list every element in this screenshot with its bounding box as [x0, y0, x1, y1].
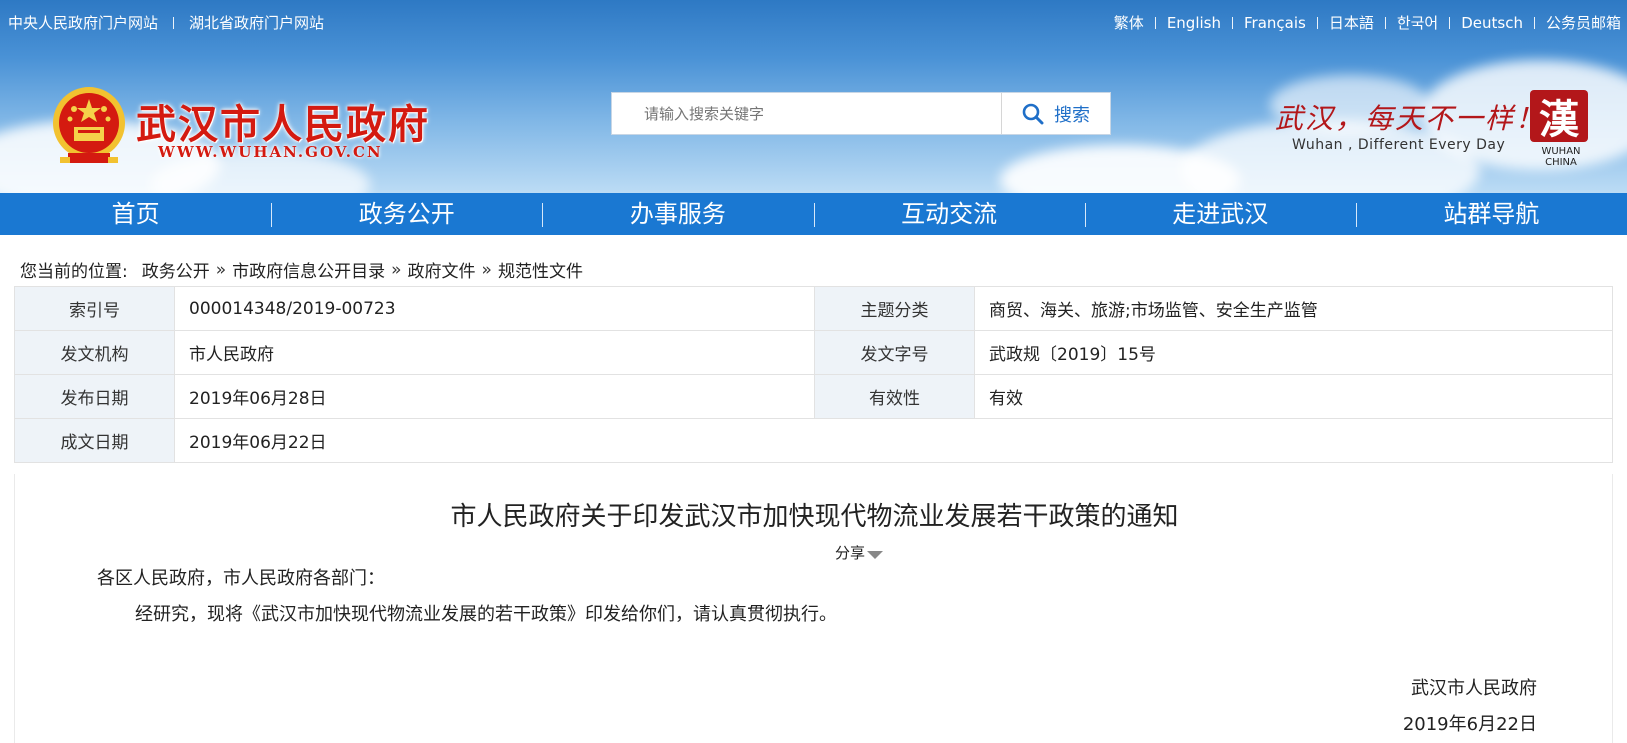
- meta-value: 市人民政府: [174, 330, 815, 375]
- document-meta-table: 索引号 000014348/2019-00723 主题分类 商贸、海关、旅游;市…: [14, 286, 1613, 463]
- document-paragraph: 经研究，现将《武汉市加快现代物流业发展的若干政策》印发给你们，请认真贯彻执行。: [135, 604, 837, 625]
- lang-korean[interactable]: 한국어: [1397, 12, 1438, 33]
- table-row: 索引号 000014348/2019-00723 主题分类 商贸、海关、旅游;市…: [14, 286, 1613, 331]
- language-links: 繁体 English Français 日本語 한국어 Deutsch 公务员邮…: [1114, 12, 1621, 33]
- search-button-label: 搜索: [1054, 104, 1090, 126]
- divider: [1449, 16, 1451, 29]
- divider: [1384, 16, 1386, 29]
- search-input[interactable]: [612, 93, 1001, 134]
- meta-value: 2019年06月28日: [174, 374, 815, 419]
- meta-label: 索引号: [14, 286, 175, 331]
- document-title: 市人民政府关于印发武汉市加快现代物流业发展若干政策的通知: [450, 502, 1179, 532]
- breadcrumb-prefix: 您当前的位置:: [20, 262, 128, 282]
- breadcrumb-item[interactable]: 市政府信息公开目录: [232, 257, 385, 282]
- site-url: WWW.WUHAN.GOV.CN: [158, 143, 383, 161]
- nav-item-about-wuhan[interactable]: 走进武汉: [1084, 193, 1356, 235]
- breadcrumb-separator: »: [481, 259, 492, 280]
- brand-sub-line: CHINA: [1545, 157, 1577, 168]
- meta-label: 主题分类: [814, 286, 975, 331]
- breadcrumb-item[interactable]: 规范性文件: [498, 257, 583, 282]
- table-row: 发文机构 市人民政府 发文字号 武政规〔2019〕15号: [14, 330, 1613, 375]
- search-icon: [1022, 103, 1044, 124]
- brand-sub-line: WUHAN: [1541, 146, 1581, 157]
- nav-item-interaction[interactable]: 互动交流: [813, 193, 1085, 235]
- link-hubei-gov[interactable]: 湖北省政府门户网站: [189, 12, 324, 33]
- divider: [1231, 16, 1233, 29]
- breadcrumb-separator: »: [391, 259, 402, 280]
- meta-value: 商贸、海关、旅游;市场监管、安全生产监管: [974, 286, 1613, 331]
- chevron-down-icon: [867, 550, 884, 559]
- divider: [1154, 16, 1156, 29]
- lang-traditional-chinese[interactable]: 繁体: [1114, 12, 1144, 33]
- meta-label: 成文日期: [14, 418, 175, 463]
- table-row: 成文日期 2019年06月22日: [14, 418, 1613, 463]
- main-nav: 首页 政务公开 办事服务 互动交流 走进武汉 站群导航: [0, 193, 1627, 235]
- wuhan-brand-logo: 漢: [1530, 90, 1588, 143]
- nav-item-site-group[interactable]: 站群导航: [1355, 193, 1627, 235]
- document-salutation: 各区人民政府，市人民政府各部门：: [97, 568, 385, 589]
- table-row: 发布日期 2019年06月28日 有效性 有效: [14, 374, 1613, 419]
- signature-date: 2019年6月22日: [1402, 714, 1537, 735]
- search-box: 搜索: [611, 92, 1111, 135]
- meta-label: 发文机构: [14, 330, 175, 375]
- top-links-left: 中央人民政府门户网站 湖北省政府门户网站: [8, 12, 324, 33]
- signature-org: 武汉市人民政府: [1411, 678, 1537, 699]
- lang-french[interactable]: Français: [1244, 14, 1306, 32]
- national-emblem-icon: [53, 87, 125, 163]
- meta-label: 发布日期: [14, 374, 175, 419]
- lang-german[interactable]: Deutsch: [1461, 14, 1523, 32]
- city-slogan: 武汉，每天不一样！: [1275, 102, 1546, 135]
- meta-value: 2019年06月22日: [174, 418, 1613, 463]
- divider: [173, 16, 175, 29]
- share-button[interactable]: 分享: [835, 542, 884, 563]
- meta-label: 有效性: [814, 374, 975, 419]
- breadcrumb: 您当前的位置: 政务公开 » 市政府信息公开目录 » 政府文件 » 规范性文件: [20, 257, 583, 283]
- divider: [1533, 16, 1535, 29]
- document-body: 市人民政府关于印发武汉市加快现代物流业发展若干政策的通知 分享 各区人民政府，市…: [14, 474, 1613, 743]
- search-button[interactable]: 搜索: [1001, 93, 1110, 134]
- breadcrumb-item[interactable]: 政务公开: [142, 257, 210, 282]
- link-civil-servant-mail[interactable]: 公务员邮箱: [1546, 12, 1621, 33]
- breadcrumb-item[interactable]: 政府文件: [408, 257, 476, 282]
- nav-item-services[interactable]: 办事服务: [542, 193, 813, 235]
- meta-value: 有效: [974, 374, 1613, 419]
- lang-japanese[interactable]: 日本語: [1329, 12, 1374, 33]
- breadcrumb-separator: »: [215, 259, 227, 280]
- nav-item-gov-affairs[interactable]: 政务公开: [271, 193, 542, 235]
- site-title[interactable]: 武汉市人民政府: [136, 92, 430, 150]
- city-slogan-english: Wuhan , Different Every Day: [1292, 137, 1506, 153]
- share-label: 分享: [835, 544, 866, 562]
- meta-label: 发文字号: [814, 330, 975, 375]
- meta-value: 武政规〔2019〕15号: [974, 330, 1613, 375]
- wuhan-brand-subtitle: WUHAN CHINA: [1532, 146, 1590, 168]
- nav-item-home[interactable]: 首页: [0, 193, 271, 235]
- lang-english[interactable]: English: [1167, 14, 1221, 32]
- divider: [1316, 16, 1318, 29]
- link-central-gov[interactable]: 中央人民政府门户网站: [8, 12, 158, 33]
- meta-value: 000014348/2019-00723: [174, 286, 815, 331]
- site-header: 中央人民政府门户网站 湖北省政府门户网站 繁体 English Français…: [0, 0, 1627, 193]
